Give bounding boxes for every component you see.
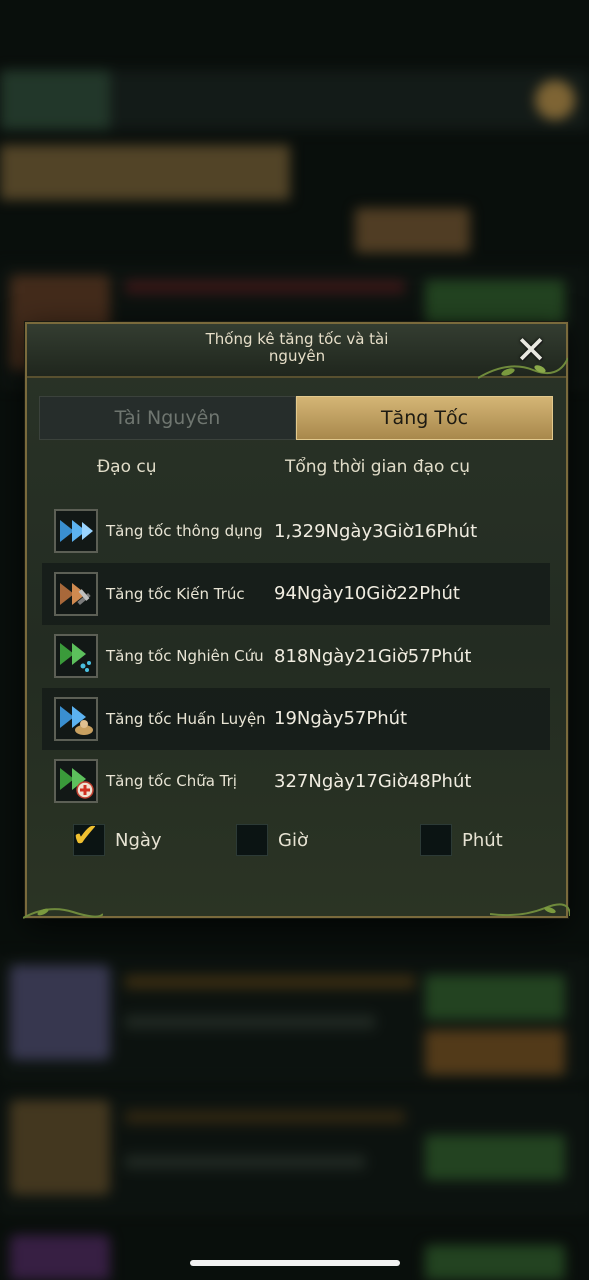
vine-decoration-icon <box>23 908 103 919</box>
healing-speedup-icon <box>54 759 98 804</box>
tab-resources[interactable]: Tài Nguyên <box>39 396 296 440</box>
checkbox-label: Phút <box>462 829 503 851</box>
speedup-total-time: 19Ngày57Phút <box>274 708 408 730</box>
tab-bar: Tài Nguyên Tăng Tốc <box>39 396 553 440</box>
checkbox-box[interactable] <box>236 824 268 856</box>
speedup-total-time: 818Ngày21Giờ57Phút <box>274 645 472 667</box>
checkbox-box[interactable]: ✔ <box>72 819 105 856</box>
column-header-item: Đạo cụ <box>97 457 157 477</box>
close-x-icon: ✕ <box>515 328 547 372</box>
dialog-title-bar: Thống kê tăng tốc và tài nguyên ✕ <box>27 324 568 379</box>
checkbox-label: Giờ <box>278 829 308 851</box>
checkbox-days[interactable]: ✔ Ngày <box>72 819 162 856</box>
close-button[interactable]: ✕ <box>504 328 558 372</box>
speedup-row-construction: Tăng tốc Kiến Trúc 94Ngày10Giờ22Phút <box>42 562 550 625</box>
research-speedup-icon <box>54 634 98 679</box>
vine-decoration-icon <box>490 903 570 917</box>
speedup-list: Tăng tốc thông dụng 1,329Ngày3Giờ16Phút … <box>42 500 550 813</box>
speedup-total-time: 94Ngày10Giờ22Phút <box>274 583 460 605</box>
speedup-row-healing: Tăng tốc Chữa Trị 327Ngày17Giờ48Phút <box>42 750 550 813</box>
speedup-row-general: Tăng tốc thông dụng 1,329Ngày3Giờ16Phút <box>42 500 550 563</box>
checkbox-box[interactable] <box>420 824 452 856</box>
checkbox-label: Ngày <box>115 829 162 851</box>
column-header-total-time: Tổng thời gian đạo cụ <box>285 457 470 477</box>
speedup-row-research: Tăng tốc Nghiên Cứu 818Ngày21Giờ57Phút <box>42 625 550 688</box>
checkbox-minutes[interactable]: Phút <box>420 824 503 856</box>
home-indicator[interactable] <box>190 1260 400 1266</box>
checkbox-hours[interactable]: Giờ <box>236 824 308 856</box>
general-speedup-icon <box>54 509 98 554</box>
dialog-title: Thống kê tăng tốc và tài nguyên <box>205 330 389 365</box>
speedup-name: Tăng tốc thông dụng <box>106 522 263 541</box>
speedup-name: Tăng tốc Chữa Trị <box>106 772 237 791</box>
speedup-name: Tăng tốc Huấn Luyện <box>106 709 266 728</box>
speedup-stats-dialog: Thống kê tăng tốc và tài nguyên ✕ Tài Ng… <box>23 322 570 919</box>
training-speedup-icon <box>54 696 98 741</box>
speedup-name: Tăng tốc Kiến Trúc <box>106 584 245 603</box>
speedup-total-time: 1,329Ngày3Giờ16Phút <box>274 520 478 542</box>
speedup-row-training: Tăng tốc Huấn Luyện 19Ngày57Phút <box>42 687 550 750</box>
speedup-total-time: 327Ngày17Giờ48Phút <box>274 770 472 792</box>
construction-speedup-icon <box>54 571 98 616</box>
checkmark-icon: ✔ <box>72 816 99 854</box>
tab-speedups[interactable]: Tăng Tốc <box>296 396 553 440</box>
speedup-name: Tăng tốc Nghiên Cứu <box>106 647 264 666</box>
